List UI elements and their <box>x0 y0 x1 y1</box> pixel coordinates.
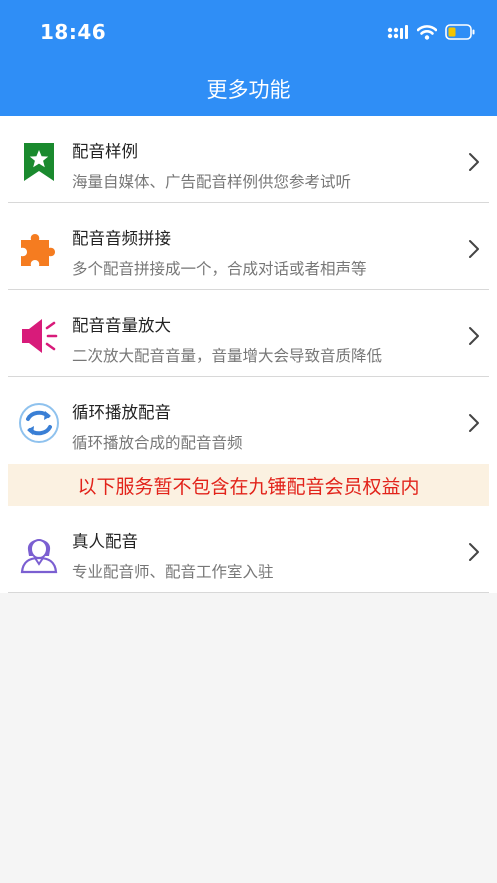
divider <box>8 592 489 593</box>
item-title: 循环播放配音 <box>72 403 171 422</box>
app-header: 18:46 更多功能 <box>0 0 497 116</box>
wifi-icon <box>417 24 437 40</box>
chevron-right-icon <box>469 327 479 345</box>
item-subtitle: 海量自媒体、广告配音样例供您参考试听 <box>72 173 352 191</box>
item-title: 配音样例 <box>72 142 138 161</box>
chevron-right-icon <box>469 414 479 432</box>
chevron-right-icon <box>469 240 479 258</box>
list-item-human-dubbing[interactable]: 真人配音 专业配音师、配音工作室入驻 <box>0 506 497 593</box>
item-subtitle: 循环播放合成的配音音频 <box>72 434 243 452</box>
list-item-dubbing-samples[interactable]: 配音样例 海量自媒体、广告配音样例供您参考试听 <box>0 116 497 203</box>
signal-icon <box>387 25 408 39</box>
person-icon <box>16 529 62 575</box>
item-title: 配音音频拼接 <box>72 229 171 248</box>
status-icons <box>387 22 475 42</box>
list-item-loop-play[interactable]: 循环播放配音 循环播放合成的配音音频 <box>0 377 497 464</box>
item-subtitle: 专业配音师、配音工作室入驻 <box>72 563 274 581</box>
bookmark-star-icon <box>16 139 62 185</box>
battery-icon <box>445 24 475 40</box>
empty-area <box>0 596 497 883</box>
list-item-audio-join[interactable]: 配音音频拼接 多个配音拼接成一个，合成对话或者相声等 <box>0 203 497 290</box>
item-subtitle: 多个配音拼接成一个，合成对话或者相声等 <box>72 260 367 278</box>
page-title: 更多功能 <box>206 78 291 102</box>
puzzle-icon <box>16 226 62 272</box>
item-title: 真人配音 <box>72 532 138 551</box>
feature-list: 配音样例 海量自媒体、广告配音样例供您参考试听 配音音频拼接 多个配音拼接成一个… <box>0 116 497 593</box>
status-time: 18:46 <box>40 20 107 44</box>
item-subtitle: 二次放大配音音量，音量增大会导致音质降低 <box>72 347 383 365</box>
member-notice-banner: 以下服务暂不包含在九锤配音会员权益内 <box>8 464 489 506</box>
chevron-right-icon <box>469 543 479 561</box>
loop-icon <box>16 400 62 446</box>
notice-text: 以下服务暂不包含在九锤配音会员权益内 <box>77 475 420 498</box>
item-title: 配音音量放大 <box>72 316 171 335</box>
speaker-icon <box>16 313 62 359</box>
list-item-volume-boost[interactable]: 配音音量放大 二次放大配音音量，音量增大会导致音质降低 <box>0 290 497 377</box>
chevron-right-icon <box>469 153 479 171</box>
